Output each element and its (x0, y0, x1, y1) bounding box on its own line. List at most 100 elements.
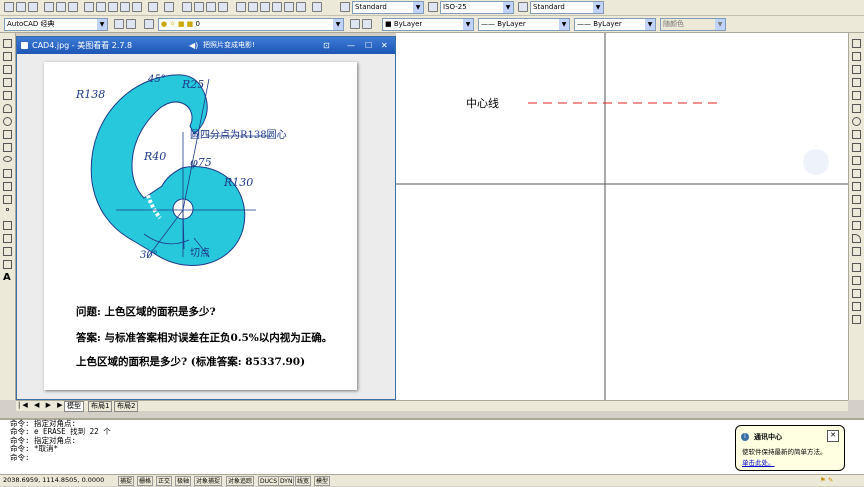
line-tool-icon[interactable] (3, 39, 12, 48)
polyline-icon[interactable] (3, 65, 12, 74)
undo-icon[interactable] (148, 2, 158, 12)
copy-icon[interactable] (96, 2, 106, 12)
region-icon[interactable] (3, 247, 12, 256)
rectangle-icon[interactable] (3, 91, 12, 100)
multiline-text-icon[interactable]: A (3, 273, 12, 283)
break-at-point-icon[interactable] (852, 182, 861, 191)
send-to-back-icon[interactable] (852, 289, 861, 298)
ducs-toggle[interactable]: DUCS (258, 476, 280, 486)
array-icon[interactable] (852, 91, 861, 100)
fillet-icon[interactable] (852, 234, 861, 243)
rotate-icon[interactable] (852, 117, 861, 126)
layer-combo[interactable]: ● ☼ ■ ■ 0 ▼ (158, 18, 344, 31)
bring-above-icon[interactable] (852, 302, 861, 311)
close-button[interactable]: ✕ (381, 37, 388, 54)
explode-icon[interactable] (852, 247, 861, 256)
otrack-toggle[interactable]: 对象追踪 (226, 476, 255, 486)
color-combo[interactable]: ■ ByLayer ▼ (382, 18, 474, 31)
zoom-previous-icon[interactable] (218, 2, 228, 12)
dim-style-icon[interactable] (428, 2, 438, 12)
text-style-icon[interactable] (340, 2, 350, 12)
table-icon[interactable] (3, 260, 12, 269)
tab-model[interactable]: 模型 (64, 401, 84, 412)
calculator-icon[interactable] (296, 2, 306, 12)
zoom-realtime-icon[interactable] (194, 2, 204, 12)
drawing-area[interactable]: 中心线 (396, 33, 848, 400)
open-file-icon[interactable] (16, 2, 26, 12)
offset-icon[interactable] (852, 78, 861, 87)
help-icon[interactable] (312, 2, 322, 12)
publish-icon[interactable] (68, 2, 78, 12)
balloon-close-button[interactable]: ✕ (827, 430, 839, 442)
zoom-window-icon[interactable] (206, 2, 216, 12)
construction-line-icon[interactable] (3, 52, 12, 61)
make-block-icon[interactable] (3, 195, 12, 204)
model-toggle[interactable]: 模型 (314, 476, 331, 486)
polygon-icon[interactable] (3, 78, 12, 87)
lineweight-combo[interactable]: —— ByLayer ▼ (574, 18, 656, 31)
send-under-icon[interactable] (852, 315, 861, 324)
circle-icon[interactable] (3, 117, 12, 126)
print-preview-icon[interactable] (56, 2, 66, 12)
bring-to-front-icon[interactable] (852, 276, 861, 285)
ellipse-arc-icon[interactable] (3, 169, 12, 178)
block-editor-icon[interactable] (132, 2, 142, 12)
workspace-settings-icon[interactable] (114, 19, 124, 29)
ortho-toggle[interactable]: 正交 (156, 476, 173, 486)
ellipse-icon[interactable] (3, 156, 12, 162)
make-layer-current-icon[interactable] (350, 19, 360, 29)
match-properties-icon[interactable] (120, 2, 130, 12)
dim-style-combo[interactable]: ISO-25 ▼ (440, 1, 514, 14)
paste-icon[interactable] (108, 2, 118, 12)
tab-navigation-arrows[interactable]: |◀ ◀ ▶ ▶| (18, 401, 69, 409)
save-icon[interactable] (28, 2, 38, 12)
save-workspace-icon[interactable] (126, 19, 136, 29)
join-icon[interactable] (852, 208, 861, 217)
polar-toggle[interactable]: 极轴 (175, 476, 192, 486)
communication-center-icon[interactable]: ⚑ ✎ (820, 475, 833, 486)
osnap-toggle[interactable]: 对象捕捉 (194, 476, 223, 486)
cut-icon[interactable] (84, 2, 94, 12)
tool-palettes-icon[interactable] (260, 2, 270, 12)
break-icon[interactable] (852, 195, 861, 204)
sheet-set-icon[interactable] (272, 2, 282, 12)
tab-layout2[interactable]: 布局2 (114, 401, 139, 412)
chamfer-icon[interactable] (852, 221, 861, 230)
layer-manager-icon[interactable] (144, 19, 154, 29)
notification-balloon[interactable]: i 通讯中心 ✕ 使软件保持最新的简单方法。 单击此处。 (735, 425, 845, 471)
mirror-icon[interactable] (852, 65, 861, 74)
properties-icon[interactable] (236, 2, 246, 12)
stretch-icon[interactable] (852, 143, 861, 152)
snap-toggle[interactable]: 捕捉 (118, 476, 135, 486)
table-style-combo[interactable]: Standard ▼ (530, 1, 604, 14)
erase-icon[interactable] (852, 39, 861, 48)
gradient-icon[interactable] (3, 234, 12, 243)
tab-layout1[interactable]: 布局1 (88, 401, 113, 412)
maximize-button[interactable]: ☐ (365, 37, 372, 54)
copy-object-icon[interactable] (852, 52, 861, 61)
scale-icon[interactable] (852, 130, 861, 139)
redo-icon[interactable] (164, 2, 174, 12)
table-style-icon[interactable] (518, 2, 528, 12)
viewer-titlebar[interactable]: CAD4.jpg - 美图看看 2.7.8 ◀) 把照片变成电影! ⊡ — ☐ … (17, 37, 395, 54)
insert-block-icon[interactable] (3, 182, 12, 191)
plot-icon[interactable] (44, 2, 54, 12)
image-viewer-window[interactable]: CAD4.jpg - 美图看看 2.7.8 ◀) 把照片变成电影! ⊡ — ☐ … (16, 36, 396, 400)
layer-previous-icon[interactable] (362, 19, 372, 29)
pan-icon[interactable] (182, 2, 192, 12)
workspace-combo[interactable]: AutoCAD 经典 ▼ (4, 18, 108, 31)
grid-toggle[interactable]: 栅格 (137, 476, 154, 486)
text-style-combo[interactable]: Standard ▼ (352, 1, 424, 14)
trim-icon[interactable] (852, 156, 861, 165)
viewer-menu-icon[interactable]: ⊡ (323, 37, 330, 54)
minimize-button[interactable]: — (347, 37, 355, 54)
arc-icon[interactable] (3, 104, 12, 113)
linetype-combo[interactable]: —— ByLayer ▼ (478, 18, 570, 31)
draw-order-icon[interactable] (852, 263, 861, 272)
markup-icon[interactable] (284, 2, 294, 12)
design-center-icon[interactable] (248, 2, 258, 12)
lineweight-toggle[interactable]: 线宽 (295, 476, 312, 486)
spline-icon[interactable] (3, 143, 12, 152)
new-file-icon[interactable] (4, 2, 14, 12)
plot-style-combo[interactable]: 随颜色 ▼ (660, 18, 726, 31)
